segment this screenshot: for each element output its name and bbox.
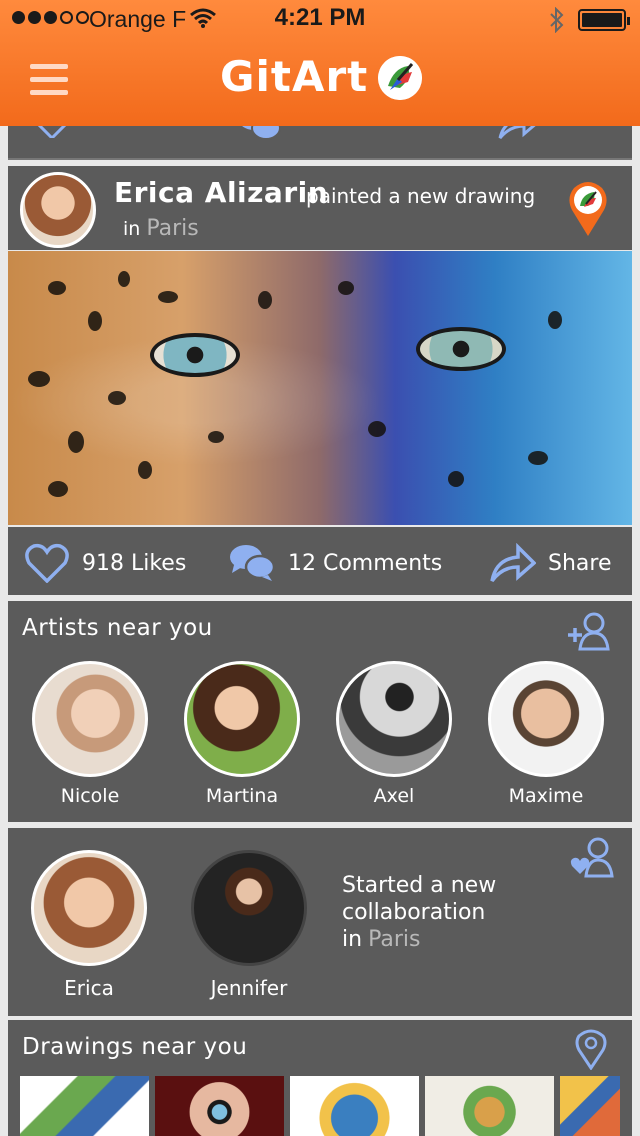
artist-card[interactable]: Nicole	[30, 661, 150, 807]
artwork-eye-left	[150, 333, 240, 377]
collaborator-name: Jennifer	[210, 976, 288, 1000]
share-button[interactable]: Share	[490, 543, 612, 583]
collaboration-location-city[interactable]: Paris	[368, 927, 420, 952]
collaborator-avatar	[31, 850, 147, 966]
post-actions-bar: 918 Likes 12 Comments Share	[8, 527, 632, 595]
comments-button[interactable]: 12 Comments	[228, 543, 442, 583]
collaborator-avatar	[191, 850, 307, 966]
drawing-thumbnails	[20, 1076, 620, 1136]
location-prefix: in	[342, 927, 363, 952]
artist-card[interactable]: Maxime	[486, 661, 606, 807]
bluetooth-icon	[550, 7, 564, 33]
post-artwork-image[interactable]	[8, 251, 632, 525]
collaborator[interactable]: Erica	[24, 850, 154, 1000]
collaboration-text: Started a new collaboration in Paris	[342, 872, 496, 953]
app-title: GitArt	[220, 52, 369, 101]
battery-icon	[578, 9, 630, 31]
status-time: 4:21 PM	[274, 4, 366, 31]
artist-name: Martina	[205, 785, 279, 807]
artist-card[interactable]: Martina	[182, 661, 302, 807]
drawing-thumbnail[interactable]	[20, 1076, 149, 1136]
heart-icon	[25, 543, 69, 583]
collaboration-card[interactable]: Erica Jennifer Started a new collaborati…	[8, 828, 632, 1016]
app-header: Orange F 4:21 PM GitArt	[0, 0, 640, 126]
heart-user-icon[interactable]	[570, 836, 614, 878]
post-location-city[interactable]: Paris	[146, 216, 198, 241]
like-count: 918 Likes	[82, 550, 187, 576]
app-logo-icon	[378, 56, 422, 100]
post-location: in Paris	[123, 216, 199, 241]
collaboration-line-2: collaboration	[342, 900, 486, 925]
drawings-near-you-section: Drawings near you	[8, 1020, 632, 1136]
collaboration-location: in Paris	[342, 926, 496, 953]
location-prefix: in	[123, 218, 141, 240]
artist-card[interactable]: Axel	[334, 661, 454, 807]
section-title: Artists near you	[22, 615, 213, 641]
status-bar: Orange F 4:21 PM	[0, 0, 640, 40]
artist-avatar	[184, 661, 300, 777]
drawing-thumbnail[interactable]	[425, 1076, 554, 1136]
post-header: Erica Alizarin painted a new drawing in P…	[8, 166, 632, 250]
artist-name: Axel	[373, 785, 415, 807]
add-user-icon[interactable]	[566, 611, 610, 651]
artist-avatar	[488, 661, 604, 777]
drawing-thumbnail[interactable]	[290, 1076, 419, 1136]
share-label: Share	[548, 550, 612, 576]
location-pin-icon[interactable]	[574, 1028, 608, 1070]
share-icon	[490, 543, 536, 583]
post-action-text: painted a new drawing	[306, 184, 536, 208]
author-avatar[interactable]	[20, 172, 96, 248]
artists-near-you-section: Artists near you Nicole Martina Axel Max…	[8, 601, 632, 822]
menu-icon[interactable]	[30, 64, 68, 96]
artist-name: Maxime	[508, 785, 584, 807]
artist-avatar	[336, 661, 452, 777]
location-pin-icon[interactable]	[568, 180, 608, 236]
section-title: Drawings near you	[22, 1034, 248, 1060]
comments-icon	[230, 545, 276, 581]
artist-name: Nicole	[60, 785, 120, 807]
post-author-name[interactable]: Erica Alizarin	[114, 176, 328, 209]
collaborator[interactable]: Jennifer	[184, 850, 314, 1000]
collaborator-name: Erica	[64, 976, 114, 1000]
artist-avatar	[32, 661, 148, 777]
artwork-eye-right	[416, 327, 506, 371]
collaboration-line-1: Started a new	[342, 873, 497, 898]
comment-count: 12 Comments	[288, 550, 443, 576]
drawing-thumbnail[interactable]	[155, 1076, 284, 1136]
like-button[interactable]: 918 Likes	[24, 543, 186, 583]
drawing-thumbnail[interactable]	[560, 1076, 620, 1136]
